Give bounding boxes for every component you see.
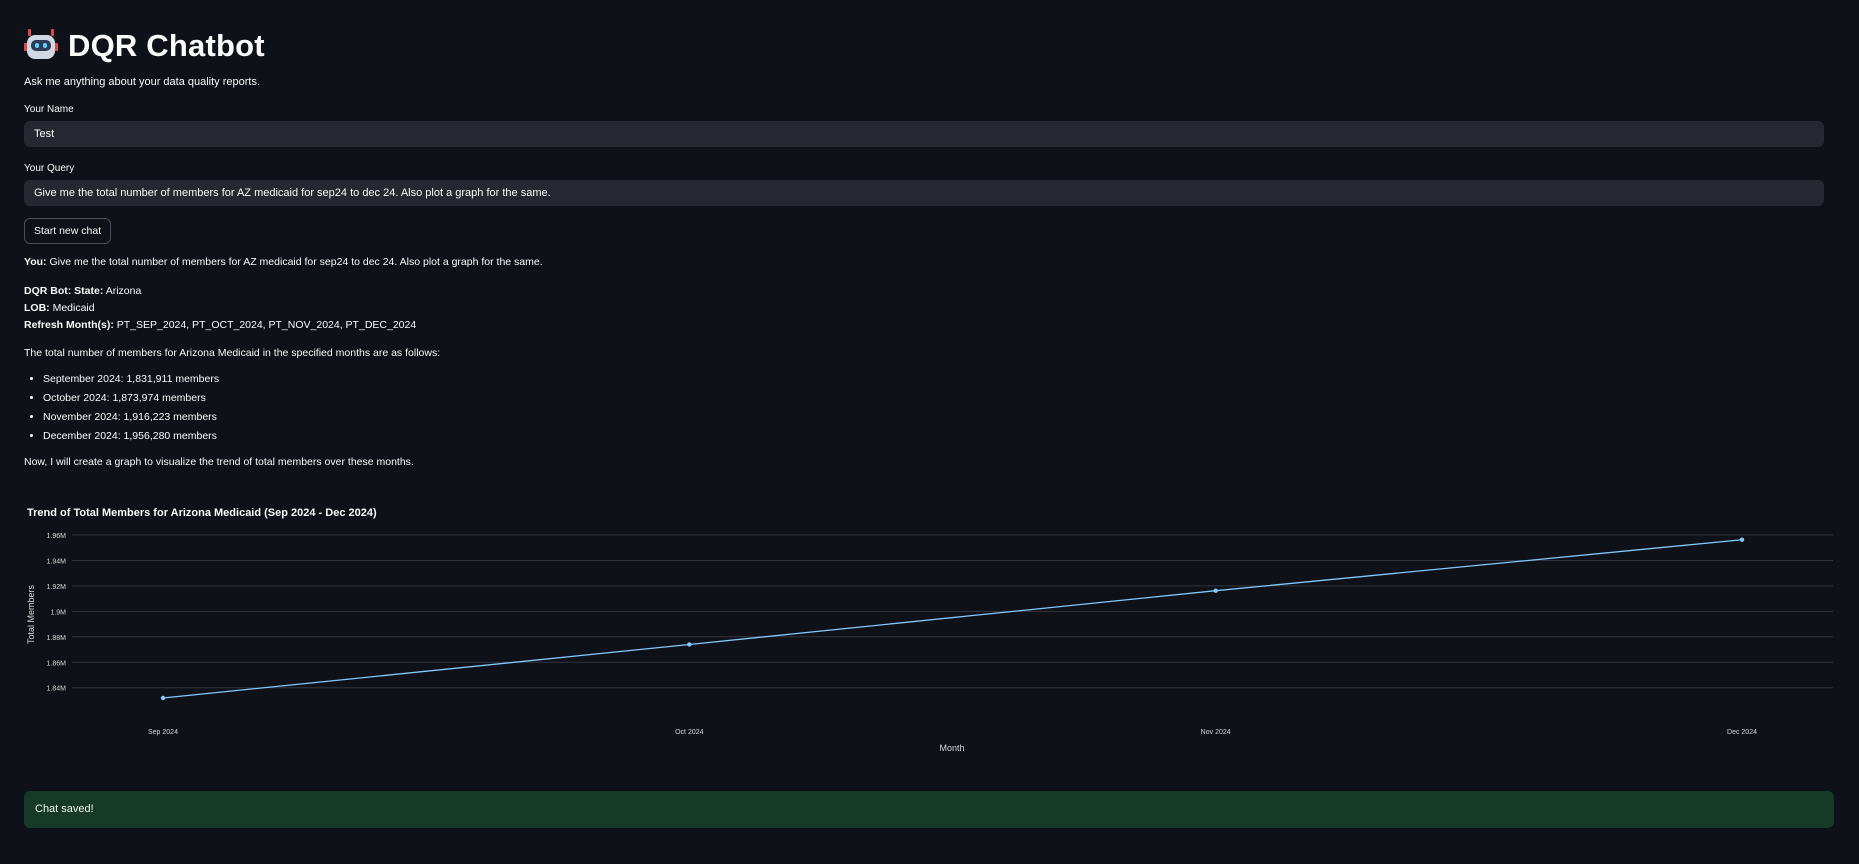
page-header: DQR Chatbot — [24, 26, 1834, 66]
data-point — [1739, 537, 1745, 542]
member-list: September 2024: 1,831,911 members Octobe… — [24, 370, 1834, 446]
query-field-label: Your Query — [24, 163, 75, 174]
page-title: DQR Chatbot — [68, 28, 265, 63]
state-value: Arizona — [103, 285, 142, 297]
bot-outro: Now, I will create a graph to visualize … — [24, 456, 414, 468]
user-speaker: You: — [24, 256, 47, 268]
series-line — [162, 539, 1743, 699]
user-message: You: Give me the total number of members… — [24, 254, 1834, 271]
query-input[interactable]: Give me the total number of members for … — [24, 180, 1824, 206]
y-tick-label: 1.88M — [47, 635, 67, 642]
x-axis-label: Month — [939, 743, 964, 753]
list-item: September 2024: 1,831,911 members — [43, 370, 1834, 389]
start-new-chat-button[interactable]: Start new chat — [24, 218, 112, 244]
lob-value: Medicaid — [49, 302, 95, 314]
refresh-value: PT_SEP_2024, PT_OCT_2024, PT_NOV_2024, P… — [113, 319, 417, 331]
y-axis-label: Total Members — [26, 584, 36, 644]
data-point — [687, 642, 692, 647]
y-tick-label: 1.86M — [47, 660, 67, 667]
user-message-text: Give me the total number of members for … — [46, 256, 543, 268]
lob-label: LOB: — [24, 302, 50, 314]
y-tick-label: 1.96M — [47, 533, 67, 540]
main-content: DQR Chatbot Ask me anything about your d… — [24, 0, 1834, 771]
x-tick-label: Oct 2024 — [675, 729, 704, 736]
refresh-label: Refresh Month(s): — [24, 319, 114, 331]
bot-intro: The total number of members for Arizona … — [24, 347, 441, 359]
bot-message: DQR Bot: State: Arizona LOB: Medicaid Re… — [24, 283, 1834, 471]
data-point — [160, 695, 166, 701]
list-item: October 2024: 1,873,974 members — [43, 389, 1834, 408]
name-input[interactable]: Test — [24, 121, 1824, 147]
state-label: State: — [74, 285, 104, 297]
line-chart: 1.84M 1.86M 1.88M 1.9M 1.92M 1.94M 1.96M Sep 20… — [26, 533, 1833, 753]
bot-speaker: DQR Bot: — [24, 285, 72, 297]
y-tick-label: 1.9M — [50, 609, 66, 616]
list-item: November 2024: 1,916,223 members — [43, 408, 1834, 427]
robot-icon — [24, 29, 58, 63]
y-tick-label: 1.94M — [47, 558, 67, 565]
x-tick-label: Sep 2024 — [148, 729, 178, 736]
success-alert: Chat saved! — [24, 791, 1834, 828]
chart-title: Trend of Total Members for Arizona Medic… — [27, 507, 377, 519]
x-tick-label: Dec 2024 — [1727, 729, 1757, 736]
y-tick-label: 1.84M — [47, 686, 67, 693]
y-tick-label: 1.92M — [47, 584, 67, 591]
list-item: December 2024: 1,956,280 members — [43, 427, 1834, 446]
x-tick-label: Nov 2024 — [1201, 729, 1231, 736]
data-point — [1213, 588, 1218, 593]
page-subtitle: Ask me anything about your data quality … — [24, 76, 261, 88]
name-field-label: Your Name — [24, 104, 74, 115]
